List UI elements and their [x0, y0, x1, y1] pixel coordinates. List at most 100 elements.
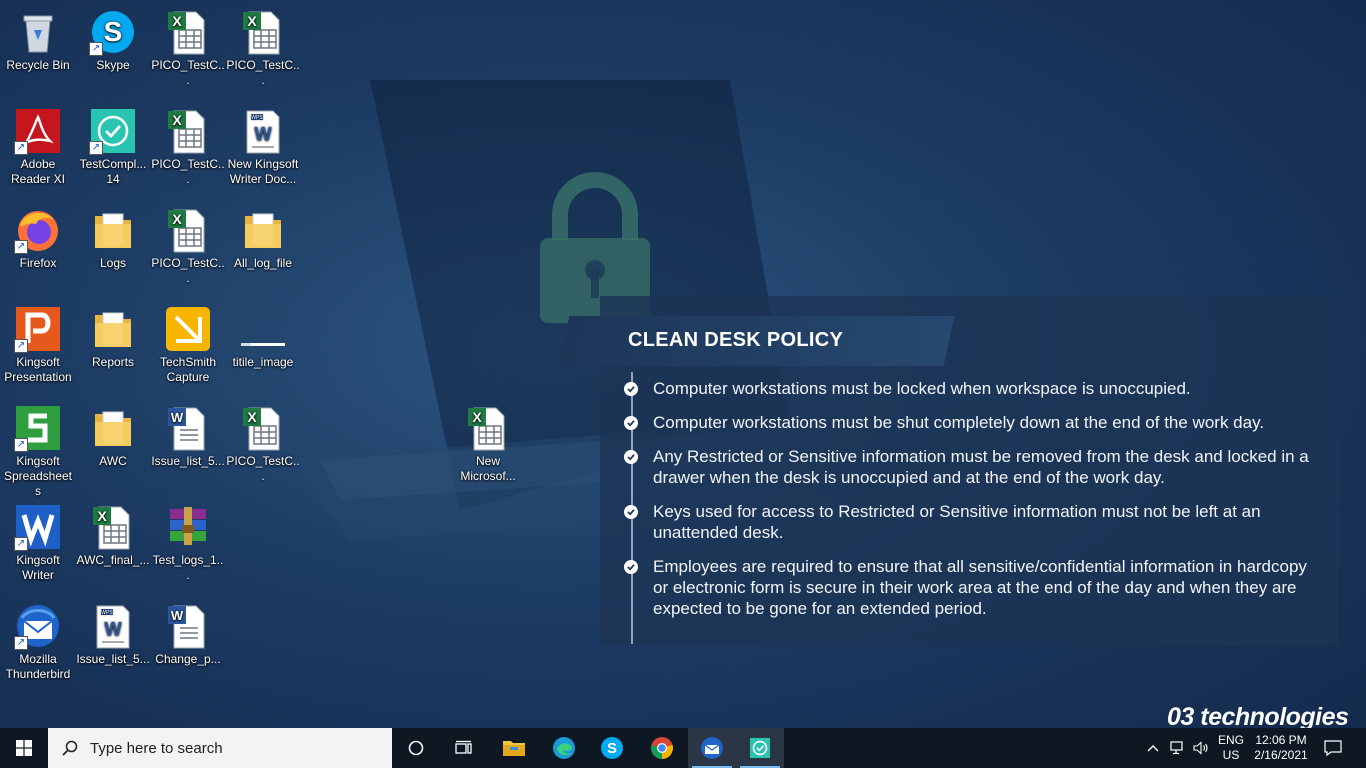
desktop-icon[interactable]: WPS W New Kingsoft Writer Doc... [225, 107, 301, 187]
policy-item-text: Keys used for access to Restricted or Se… [653, 502, 1261, 542]
search-icon [62, 740, 78, 756]
desktop-icon[interactable]: X AWC_final_... [75, 503, 151, 568]
desktop-icon[interactable]: ↗ Kingsoft Writer [0, 503, 76, 583]
shortcut-arrow-icon: ↗ [14, 438, 28, 452]
thunderbird-icon: ↗ [14, 602, 62, 650]
desktop-icon[interactable]: ↗ TestCompl... 14 [75, 107, 151, 187]
taskbar-search-box[interactable]: Type here to search [48, 728, 392, 768]
input-language-button[interactable]: ENG US [1214, 728, 1248, 768]
taskbar-edge[interactable] [540, 728, 588, 768]
desktop-icon[interactable]: TechSmith Capture [150, 305, 226, 385]
clock-time: 12:06 PM [1255, 733, 1307, 747]
notification-icon [1324, 740, 1342, 756]
desktop-icon[interactable]: Test_logs_1... [150, 503, 226, 583]
taskbar-thunderbird[interactable] [688, 728, 736, 768]
desktop-icon-label: Adobe Reader XI [10, 157, 66, 186]
policy-item: Keys used for access to Restricted or Se… [624, 501, 1324, 543]
desktop-icon[interactable]: X PICO_TestC... [150, 107, 226, 187]
excel-file-icon: X [239, 8, 287, 56]
start-button[interactable] [0, 728, 48, 768]
desktop-icon-label: TechSmith Capture [159, 355, 217, 384]
policy-item: Computer workstations must be locked whe… [624, 378, 1324, 399]
desktop-icon[interactable]: ↗ Kingsoft Presentation [0, 305, 76, 385]
kingsoft-writer-icon: ↗ [14, 503, 62, 551]
desktop-icon[interactable]: Reports [75, 305, 151, 370]
desktop-icon[interactable]: AWC [75, 404, 151, 469]
desktop-icon[interactable]: X PICO_TestC... [150, 206, 226, 286]
svg-text:W: W [171, 608, 184, 623]
show-hidden-icons-button[interactable] [1145, 728, 1161, 768]
volume-button[interactable] [1191, 728, 1211, 768]
desktop-icon-label: PICO_TestC... [151, 58, 225, 87]
desktop-icon-label: Issue_list_5... [151, 454, 225, 468]
desktop-icon[interactable]: All_log_file [225, 206, 301, 271]
check-circle-icon [624, 416, 638, 430]
taskbar-skype[interactable]: S [588, 728, 636, 768]
skype-icon: S [601, 737, 623, 759]
desktop-icon[interactable]: ↗ Mozilla Thunderbird [0, 602, 76, 682]
cortana-button[interactable] [392, 728, 440, 768]
desktop-icon[interactable]: ↗ Adobe Reader XI [0, 107, 76, 187]
desktop-icon-label: Test_logs_1... [152, 553, 224, 582]
desktop-icon-label: Kingsoft Writer [16, 553, 60, 582]
desktop-icon[interactable]: X New Microsof... [450, 404, 526, 484]
kingsoft-presentation-icon: ↗ [14, 305, 62, 353]
network-icon [1170, 741, 1183, 755]
taskbar-file-explorer[interactable] [490, 728, 538, 768]
desktop-icon[interactable]: titile_image [225, 305, 301, 370]
task-view-button[interactable] [440, 728, 488, 768]
desktop-icon-label: Kingsoft Presentation [4, 355, 72, 384]
desktop-icon-label: PICO_TestC... [151, 157, 225, 186]
policy-title: CLEAN DESK POLICY [628, 329, 844, 351]
folder-icon [89, 305, 137, 353]
desktop-icon[interactable]: W Issue_list_5... [150, 404, 226, 469]
desktop-icon[interactable]: W Change_p... [150, 602, 226, 667]
shortcut-arrow-icon: ↗ [89, 42, 103, 56]
speaker-icon [1193, 741, 1208, 755]
network-button[interactable] [1168, 728, 1188, 768]
svg-text:S: S [607, 740, 617, 757]
firefox-icon: ↗ [14, 206, 62, 254]
desktop-icon[interactable]: Recycle Bin [0, 8, 76, 73]
action-center-button[interactable] [1318, 728, 1348, 768]
shortcut-arrow-icon: ↗ [89, 141, 103, 155]
shortcut-arrow-icon: ↗ [14, 636, 28, 650]
clock-button[interactable]: 12:06 PM 2/16/2021 [1252, 728, 1310, 768]
svg-text:W: W [105, 619, 122, 639]
shortcut-arrow-icon: ↗ [14, 339, 28, 353]
wps-doc-icon: WPS W [239, 107, 287, 155]
desktop-icon[interactable]: WPS W Issue_list_5... [75, 602, 151, 667]
policy-item-text: Computer workstations must be shut compl… [653, 413, 1265, 432]
desktop-icon-label: AWC_final_... [76, 553, 150, 567]
desktop-icon[interactable]: X PICO_TestC... [225, 8, 301, 88]
check-circle-icon [624, 560, 638, 574]
policy-item: Employees are required to ensure that al… [624, 556, 1324, 619]
desktop-icon[interactable]: S ↗ Skype [75, 8, 151, 73]
desktop-icon[interactable]: X PICO_TestC... [150, 8, 226, 88]
cortana-icon [408, 740, 424, 756]
desktop-icon-label: New Kingsoft Writer Doc... [227, 157, 299, 186]
winrar-archive-icon [164, 503, 212, 551]
svg-text:X: X [247, 13, 257, 29]
recycle-bin-icon [14, 8, 62, 56]
desktop-icon[interactable]: ↗ Firefox [0, 206, 76, 271]
wps-doc-icon: WPS W [89, 602, 137, 650]
desktop-icon-label: PICO_TestC... [226, 58, 300, 87]
taskbar-chrome[interactable] [638, 728, 686, 768]
edge-icon [553, 737, 575, 759]
desktop-icon[interactable]: ↗ Kingsoft Spreadsheets [0, 404, 76, 499]
policy-item-text: Employees are required to ensure that al… [653, 557, 1307, 618]
testcomplete-icon: ↗ [89, 107, 137, 155]
taskbar-testcomplete[interactable] [736, 728, 784, 768]
policy-item: Computer workstations must be shut compl… [624, 412, 1324, 433]
desktop-icon[interactable]: X PICO_TestC... [225, 404, 301, 484]
excel-file-icon: X [164, 8, 212, 56]
desktop-icon-label: PICO_TestC... [151, 256, 225, 285]
svg-text:WPS: WPS [101, 610, 113, 616]
desktop-icon-label: Firefox [19, 256, 57, 270]
excel-file-icon: X [164, 206, 212, 254]
desktop-icon-label: PICO_TestC... [226, 454, 300, 483]
desktop-icon-label: TestCompl... 14 [79, 157, 147, 186]
svg-text:S: S [104, 16, 123, 47]
desktop-icon[interactable]: Logs [75, 206, 151, 271]
